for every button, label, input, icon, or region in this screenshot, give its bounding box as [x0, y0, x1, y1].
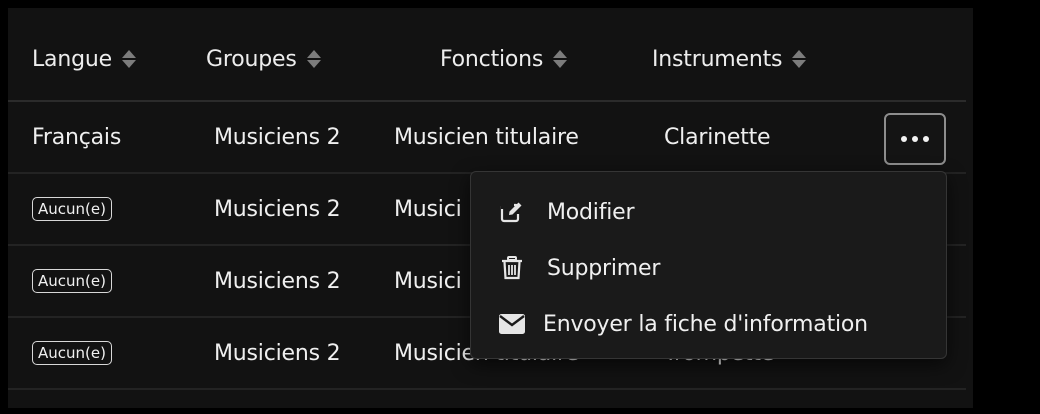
- members-table: Langue Groupes Fonctions Instruments Fra…: [8, 8, 973, 408]
- edit-icon: [499, 199, 525, 225]
- cell-langue: Aucun(e): [32, 318, 112, 388]
- table-header: Langue Groupes Fonctions Instruments: [8, 8, 966, 102]
- cell-langue: Aucun(e): [32, 174, 112, 244]
- ellipsis-dot: [923, 136, 929, 142]
- cell-instrument: Clarinette: [664, 124, 771, 150]
- none-badge: Aucun(e): [32, 197, 112, 221]
- column-header-label: Instruments: [652, 46, 783, 72]
- trash-icon: [499, 255, 525, 281]
- cell-groupe: Musiciens 2: [214, 124, 341, 150]
- menu-item-label: Envoyer la fiche d'information: [543, 311, 868, 337]
- cell-langue: Aucun(e): [32, 246, 112, 316]
- sort-icon[interactable]: [306, 49, 321, 69]
- cell-langue: Français: [32, 124, 122, 150]
- ellipsis-icon: [901, 136, 907, 142]
- sort-icon[interactable]: [553, 49, 568, 69]
- column-header-label: Langue: [32, 46, 112, 72]
- row-actions-button[interactable]: [884, 113, 946, 165]
- cell-groupe: Musiciens 2: [214, 196, 341, 222]
- column-header-label: Groupes: [206, 46, 297, 72]
- ellipsis-dot: [912, 136, 918, 142]
- menu-item-modifier[interactable]: Modifier: [471, 188, 946, 236]
- menu-item-envoyer-fiche[interactable]: Envoyer la fiche d'information: [471, 300, 946, 348]
- column-header-label: Fonctions: [440, 46, 544, 72]
- table-row: Français Musiciens 2 Musicien titulaire …: [8, 102, 966, 174]
- cell-groupe: Musiciens 2: [214, 340, 341, 366]
- sort-icon[interactable]: [792, 49, 807, 69]
- cell-fonction: Musicien titulaire: [394, 124, 579, 150]
- cell-fonction: Musici: [394, 196, 462, 222]
- none-badge: Aucun(e): [32, 341, 112, 365]
- menu-item-label: Supprimer: [547, 255, 661, 281]
- column-header-groupes[interactable]: Groupes: [206, 46, 321, 72]
- column-header-fonctions[interactable]: Fonctions: [440, 46, 568, 72]
- menu-item-label: Modifier: [547, 199, 635, 225]
- menu-item-supprimer[interactable]: Supprimer: [471, 244, 946, 292]
- column-header-instruments[interactable]: Instruments: [652, 46, 807, 72]
- sort-icon[interactable]: [121, 49, 136, 69]
- envelope-icon: [499, 311, 525, 337]
- row-actions-menu: Modifier Supprimer Envoyer la fiche d'in…: [470, 171, 947, 359]
- none-badge: Aucun(e): [32, 269, 112, 293]
- column-header-langue[interactable]: Langue: [32, 46, 136, 72]
- cell-fonction: Musici: [394, 268, 462, 294]
- cell-groupe: Musiciens 2: [214, 268, 341, 294]
